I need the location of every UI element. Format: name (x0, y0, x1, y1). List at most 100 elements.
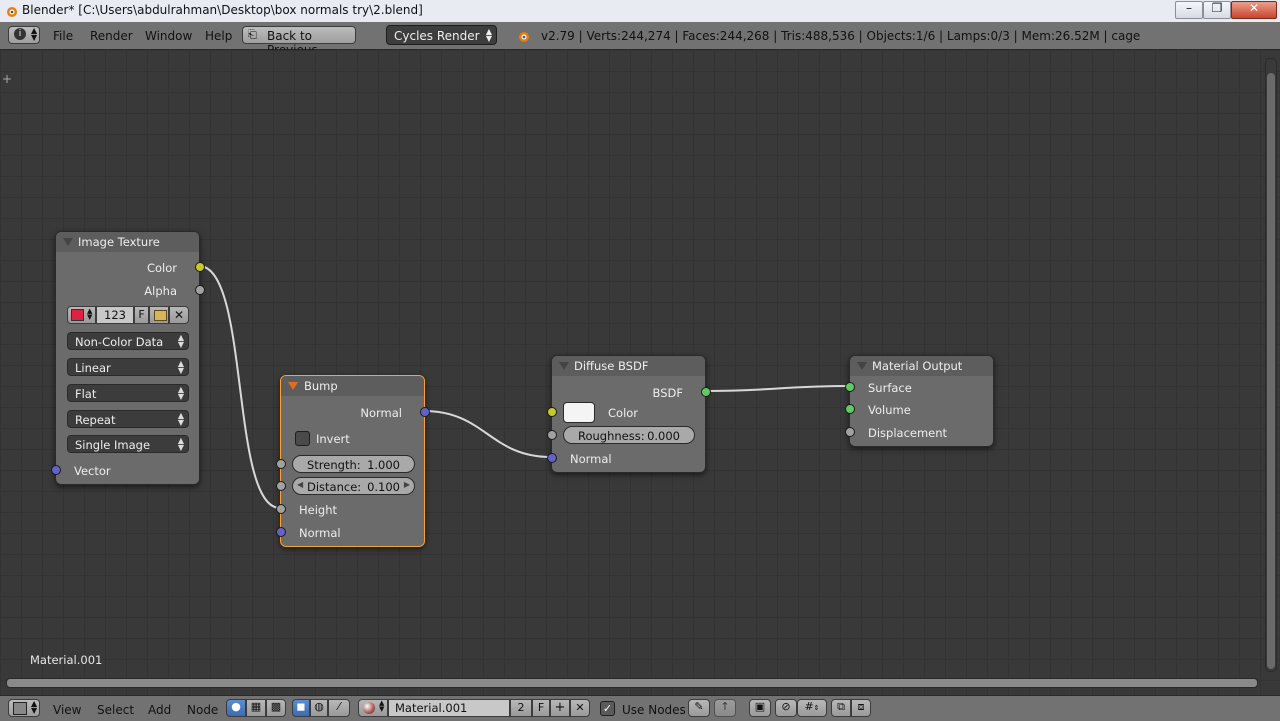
menu-file[interactable]: File (53, 29, 73, 43)
strength-field[interactable]: Strength: 1.000 (292, 455, 415, 473)
compositing-icon: ▦ (250, 700, 262, 713)
copy-nodes-button[interactable]: ⧉ (831, 699, 851, 717)
image-browse-button[interactable]: ▲ ▼ (67, 306, 96, 324)
invert-checkbox[interactable] (295, 431, 310, 446)
menu-node[interactable]: Node (187, 703, 218, 717)
input-surface-socket[interactable] (845, 382, 855, 392)
render-engine-dropdown[interactable]: Cycles Render ▲ ▼ (386, 25, 497, 45)
world-shader-button[interactable]: ◍ (310, 699, 328, 717)
minimize-button[interactable]: – (1175, 1, 1203, 19)
snap-toggle-button[interactable]: ⊘ (775, 699, 797, 717)
roughness-field[interactable]: Roughness: 0.000 (563, 426, 695, 444)
menu-view[interactable]: View (53, 703, 81, 717)
node-header[interactable]: Bump (281, 376, 424, 396)
vertical-scrollbar[interactable] (1265, 58, 1277, 672)
node-header[interactable]: Material Output (850, 356, 993, 376)
output-alpha-socket[interactable] (195, 285, 205, 295)
menu-select[interactable]: Select (97, 703, 134, 717)
material-browse-button[interactable]: ▲ ▼ (358, 699, 388, 717)
parent-tree-button[interactable]: ↑ (714, 699, 736, 717)
image-icon (71, 309, 84, 321)
menu-add[interactable]: Add (148, 703, 171, 717)
input-surface-label: Surface (868, 381, 912, 395)
collapse-triangle-icon[interactable] (559, 362, 569, 370)
compositing-tree-button[interactable]: ▦ (246, 699, 266, 717)
snap-element-dropdown[interactable]: #⇕ (797, 699, 827, 717)
input-volume-socket[interactable] (845, 404, 855, 414)
unlink-image-button[interactable]: ✕ (169, 306, 189, 324)
collapse-triangle-icon[interactable] (857, 362, 867, 370)
use-nodes-checkbox[interactable]: ✓ (600, 701, 615, 716)
back-to-previous-button[interactable]: ⎗ Back to Previous (242, 26, 356, 57)
unlink-material-button[interactable]: ✕ (570, 699, 590, 717)
output-bsdf-socket[interactable] (701, 387, 711, 397)
open-image-button[interactable] (149, 306, 169, 324)
input-distance-socket[interactable] (276, 481, 286, 491)
object-shader-button[interactable]: ◼ (292, 699, 310, 717)
chevron-updown-icon: ▲ ▼ (379, 699, 385, 713)
projection-dropdown[interactable]: Flat ▲ ▼ (67, 384, 189, 402)
menu-render[interactable]: Render (90, 29, 133, 43)
image-texture-node[interactable]: Image Texture Color Alpha ▲ ▼ 123 F ✕ No… (51, 231, 205, 485)
input-roughness-socket[interactable] (547, 430, 557, 440)
editor-type-button[interactable]: i ▲ ▼ (8, 26, 40, 44)
node-editor-icon (13, 702, 27, 715)
input-normal-socket[interactable] (547, 453, 557, 463)
interpolation-dropdown[interactable]: Linear ▲ ▼ (67, 358, 189, 376)
material-name-field[interactable]: Material.001 (388, 699, 510, 717)
shader-tree-button[interactable]: ● (226, 699, 246, 717)
input-displacement-label: Displacement (868, 426, 948, 440)
collapse-triangle-icon[interactable] (63, 238, 73, 246)
distance-field[interactable]: ◀ Distance: 0.100 ▶ (292, 477, 415, 495)
input-color-socket[interactable] (547, 407, 557, 417)
shader-sphere-icon: ● (231, 700, 241, 713)
material-users-count[interactable]: 2 (510, 699, 532, 717)
node-editor-canvas[interactable]: + Image Texture Color Alpha ▲ ▼ 123 F ✕ … (0, 50, 1280, 695)
bump-node[interactable]: Bump Normal Invert Strength: 1.000 ◀ Dis… (276, 375, 430, 547)
pin-button[interactable]: ✎ (688, 699, 710, 717)
minimize-icon: – (1186, 1, 1192, 15)
color-space-dropdown[interactable]: Non-Color Data ▲ ▼ (67, 332, 189, 350)
material-output-node[interactable]: Material Output Surface Volume Displacem… (845, 355, 994, 447)
output-normal-socket[interactable] (420, 407, 430, 417)
editor-type-button[interactable]: ▲ ▼ (8, 699, 40, 717)
input-normal-socket[interactable] (276, 527, 286, 537)
image-users-count[interactable]: 123 (96, 306, 134, 324)
link-color-to-height (198, 265, 281, 509)
collapse-triangle-icon[interactable] (288, 382, 298, 390)
color-swatch[interactable] (563, 402, 595, 423)
menu-window[interactable]: Window (145, 29, 192, 43)
backdrop-icon: ▣ (754, 700, 766, 713)
input-strength-socket[interactable] (276, 459, 286, 469)
backdrop-button[interactable]: ▣ (749, 699, 771, 717)
chevron-updown-icon: ▲ ▼ (177, 359, 184, 375)
paste-nodes-button[interactable]: ⧈ (851, 699, 871, 717)
output-color-label: Color (146, 261, 177, 275)
node-header[interactable]: Diffuse BSDF (552, 356, 705, 376)
chevron-updown-icon: ▲ ▼ (177, 385, 184, 401)
input-vector-socket[interactable] (51, 465, 61, 475)
node-header[interactable]: Image Texture (56, 232, 199, 252)
node-title: Material Output (872, 359, 963, 373)
input-displacement-socket[interactable] (845, 427, 855, 437)
horizontal-scrollbar[interactable] (6, 678, 1258, 688)
linestyle-shader-button[interactable]: ⁄ (328, 699, 350, 717)
output-color-socket[interactable] (195, 262, 205, 272)
close-button[interactable]: ✕ (1231, 1, 1277, 19)
material-fake-user-button[interactable]: F (532, 699, 550, 717)
scrollbar-thumb[interactable] (1267, 73, 1275, 669)
arrow-left-icon[interactable]: ◀ (297, 480, 303, 489)
diffuse-bsdf-node[interactable]: Diffuse BSDF BSDF Color Roughness: 0.000… (547, 355, 711, 473)
input-height-socket[interactable] (276, 504, 286, 514)
extension-dropdown[interactable]: Repeat ▲ ▼ (67, 410, 189, 428)
window-titlebar: Blender* [C:\Users\abdulrahman\Desktop\b… (0, 0, 1280, 22)
new-material-button[interactable]: + (550, 699, 570, 717)
arrow-right-icon[interactable]: ▶ (404, 480, 410, 489)
fake-user-button[interactable]: F (134, 306, 149, 324)
texture-tree-button[interactable]: ▩ (266, 699, 286, 717)
restore-button[interactable]: ❐ (1203, 1, 1231, 19)
input-color-label: Color (608, 406, 639, 420)
menu-help[interactable]: Help (205, 29, 232, 43)
source-dropdown[interactable]: Single Image ▲ ▼ (67, 435, 189, 453)
checkmark-icon: ✓ (602, 702, 613, 715)
